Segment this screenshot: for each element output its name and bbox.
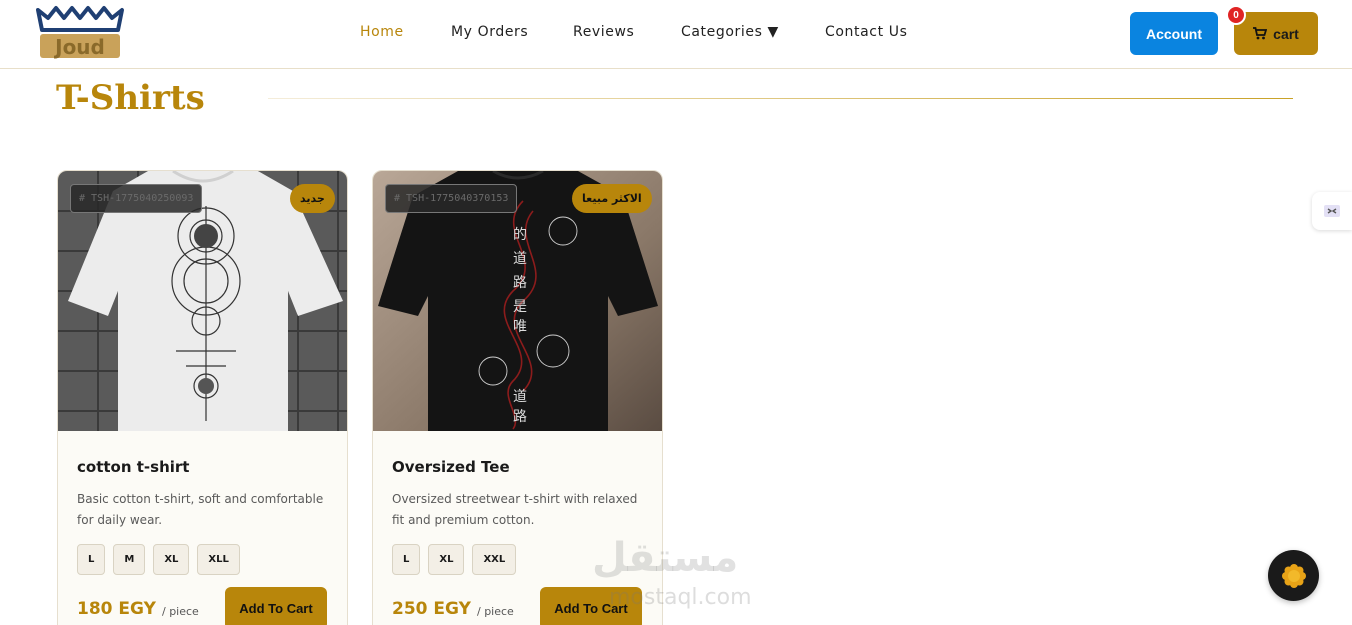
page: Joud Home My Orders Reviews Categories ▼… <box>0 0 1352 625</box>
product-sku: # TSH-1775040370153 <box>385 184 518 213</box>
product-name[interactable]: cotton t-shirt <box>77 458 189 476</box>
cart-count-badge: 0 <box>1226 5 1246 25</box>
svg-text:路: 路 <box>513 409 527 425</box>
svg-text:唯: 唯 <box>513 319 527 335</box>
size-option-xl[interactable]: XL <box>428 544 465 575</box>
svg-text:是: 是 <box>513 299 527 315</box>
svg-text:道: 道 <box>513 251 527 267</box>
size-option-l[interactable]: L <box>392 544 421 575</box>
product-price: 180 EGY <box>77 599 156 619</box>
product-price: 250 EGY <box>392 599 471 619</box>
watermark-latin: mostaql.com <box>609 585 752 610</box>
product-description: Basic cotton t-shirt, soft and comfortab… <box>77 492 324 527</box>
size-options: L M XL XLL <box>77 544 240 575</box>
svg-text:道: 道 <box>513 389 527 405</box>
translate-widget[interactable] <box>1312 192 1352 230</box>
add-to-cart-button[interactable]: Add To Cart <box>225 587 327 625</box>
account-button[interactable]: Account <box>1130 12 1218 55</box>
size-option-xl[interactable]: XL <box>153 544 190 575</box>
section-title: T-Shirts <box>56 78 205 118</box>
nav-home[interactable]: Home <box>360 24 404 40</box>
size-option-m[interactable]: M <box>113 544 146 575</box>
svg-text:路: 路 <box>513 275 527 291</box>
flower-icon <box>1281 563 1306 588</box>
nav-my-orders[interactable]: My Orders <box>451 24 528 40</box>
product-name[interactable]: Oversized Tee <box>392 458 510 476</box>
joud-logo[interactable]: Joud <box>34 4 126 60</box>
bestseller-badge: الاكثر مبيعا <box>572 184 652 213</box>
title-divider <box>268 98 1293 99</box>
size-option-xll[interactable]: XLL <box>197 544 240 575</box>
site-header: Joud Home My Orders Reviews Categories ▼… <box>0 0 1352 69</box>
new-badge: جديد <box>290 184 335 213</box>
cart-label: cart <box>1273 25 1299 42</box>
nav-categories[interactable]: Categories ▼ <box>681 24 779 40</box>
product-card[interactable]: # TSH-1775040250093 جديد cotton t-shirt … <box>57 170 348 625</box>
cart-button[interactable]: cart <box>1234 12 1318 55</box>
watermark-arabic: مستقل <box>592 535 739 581</box>
product-image[interactable]: 的道路是唯道路 # TSH-1775040370153 الاكثر مبيعا <box>373 171 662 431</box>
svg-text:的: 的 <box>513 227 527 243</box>
translate-icon <box>1324 205 1340 217</box>
product-image[interactable]: # TSH-1775040250093 جديد <box>58 171 347 431</box>
nav-reviews[interactable]: Reviews <box>573 24 634 40</box>
size-option-xxl[interactable]: XXL <box>472 544 517 575</box>
size-option-l[interactable]: L <box>77 544 106 575</box>
product-description: Oversized streetwear t-shirt with relaxe… <box>392 492 638 527</box>
price-unit: / piece <box>477 605 514 618</box>
price-unit: / piece <box>162 605 199 618</box>
logo-text: Joud <box>53 35 105 59</box>
product-sku: # TSH-1775040250093 <box>70 184 203 213</box>
size-options: L XL XXL <box>392 544 517 575</box>
cart-icon <box>1253 27 1268 40</box>
nav-contact-us[interactable]: Contact Us <box>825 24 907 40</box>
chat-button[interactable] <box>1268 550 1319 601</box>
